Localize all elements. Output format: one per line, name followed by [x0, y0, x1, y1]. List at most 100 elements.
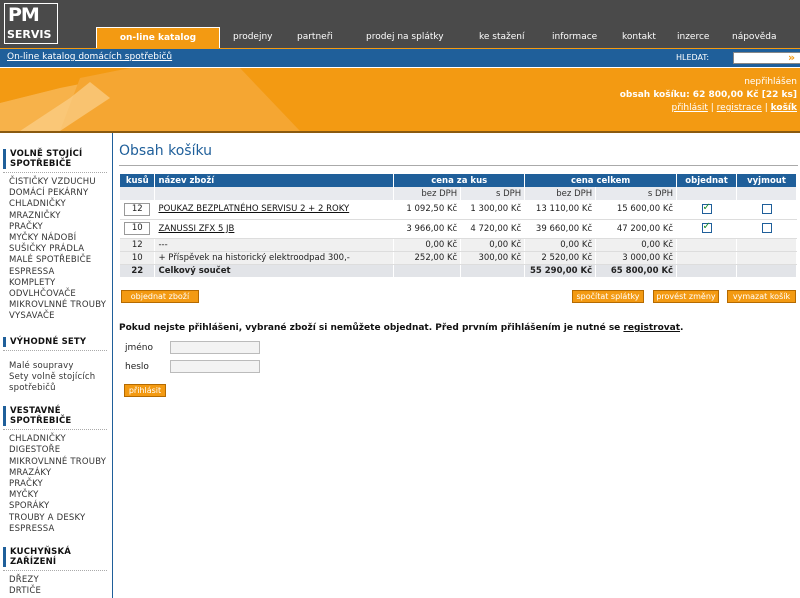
sidebar-section-title: VOLNĚ STOJÍCÍ SPOTŘEBIČE	[3, 149, 112, 169]
total-vat: 3 000,00 Kč	[595, 251, 678, 265]
sidebar-item[interactable]: ESPRESSA	[0, 524, 112, 535]
product-name: + Příspěvek na historický elektroodpad 3…	[154, 251, 395, 265]
sidebar-item[interactable]: DIGESTOŘE	[0, 445, 112, 456]
order-checkbox[interactable]	[701, 202, 712, 214]
sidebar-item[interactable]: MIKROVLNNÉ TROUBY	[0, 300, 112, 311]
nav-napoveda[interactable]: nápověda	[732, 27, 777, 48]
login-link[interactable]: přihlásit	[672, 103, 708, 113]
nav-partneri[interactable]: partneři	[297, 27, 333, 48]
cart-actions: objednat zboží spočítat splátky provést …	[119, 290, 799, 308]
double-arrow-right-icon[interactable]: »	[788, 52, 800, 64]
table-row: 12 POUKAZ BEZPLATNÉHO SERVISU 2 + 2 ROKY…	[120, 200, 797, 220]
sidebar-item[interactable]: ODVLHČOVAČE	[0, 289, 112, 300]
table-header: kusů název zboží cena za kus cena celkem…	[120, 174, 797, 187]
sidebar-item[interactable]: TROUBY A DESKY	[0, 513, 112, 524]
unit-price-vat: 0,00 Kč	[460, 238, 526, 252]
remove-checkbox[interactable]	[761, 223, 772, 234]
sub-with-vat: s DPH	[595, 187, 678, 200]
sidebar-item[interactable]: SPORÁKY	[0, 501, 112, 512]
sidebar-item[interactable]: SUŠIČKY PRÁDLA	[0, 244, 112, 255]
sidebar-item[interactable]: DŘEZY	[0, 575, 112, 586]
sidebar-item[interactable]: CHLADNIČKY	[0, 199, 112, 210]
banner-divider	[0, 131, 800, 133]
unit-price-no-vat: 1 092,50 Kč	[393, 200, 462, 220]
page-title: Obsah košíku	[119, 143, 213, 159]
nav-ke-stazeni[interactable]: ke stažení	[479, 27, 525, 48]
cart-table: kusů název zboží cena za kus cena celkem…	[120, 174, 797, 277]
order-button[interactable]: objednat zboží	[121, 290, 199, 303]
login-status: nepřihlášen	[744, 77, 797, 87]
password-label: heslo	[125, 362, 149, 372]
col-order: objednat	[676, 174, 738, 187]
sidebar-item[interactable]: CHLADNIČKY	[0, 434, 112, 445]
clear-cart-button[interactable]: vymazat košík	[727, 290, 796, 303]
col-total-price: cena celkem	[524, 174, 678, 187]
sidebar-section-title: VESTAVNÉ SPOTŘEBIČE	[3, 406, 112, 427]
sub-bar: On-line katalog domácích spotřebičů HLED…	[0, 48, 800, 67]
total-label: Celkový součet	[154, 264, 395, 277]
nav-prodej-na-splatky[interactable]: prodej na splátky	[366, 27, 444, 48]
sidebar-item[interactable]: PRAČKY	[0, 222, 112, 233]
sidebar-item[interactable]: Sety volně stojících spotřebičů	[0, 372, 108, 394]
unit-price-vat: 4 720,00 Kč	[460, 219, 526, 239]
sidebar-item[interactable]: Malé soupravy	[0, 361, 112, 372]
nav-kontakt[interactable]: kontakt	[622, 27, 656, 48]
sub-with-vat: s DPH	[460, 187, 526, 200]
total-no-vat: 39 660,00 Kč	[524, 219, 597, 239]
nav-inzerce[interactable]: inzerce	[677, 27, 709, 48]
unit-price-no-vat: 252,00 Kč	[393, 251, 462, 265]
sidebar-item[interactable]: DOMÁCÍ PEKÁRNY	[0, 188, 112, 199]
password-field[interactable]	[170, 360, 260, 373]
user-box: nepřihlášen obsah košíku: 62 800,00 Kč […	[620, 76, 797, 115]
nav-prodejny[interactable]: prodejny	[233, 27, 273, 48]
product-link[interactable]: ZANUSSI ZFX 5 JB	[158, 224, 234, 234]
unit-price-vat: 1 300,00 Kč	[460, 200, 526, 220]
register-link[interactable]: registrace	[717, 103, 762, 113]
sidebar-item[interactable]: VYSAVAČE	[0, 311, 112, 322]
sidebar-item[interactable]: MYČKY NÁDOBÍ	[0, 233, 112, 244]
sidebar-item[interactable]: ČISTIČKY VZDUCHU	[0, 177, 112, 188]
sidebar-item[interactable]: MALÉ SPOTŘEBIČE	[0, 255, 112, 266]
installments-button[interactable]: spočítat splátky	[572, 290, 644, 303]
login-form: Pokud nejste přihlášeni, vybrané zboží s…	[119, 323, 799, 397]
logo-pm: PM	[8, 4, 40, 26]
unit-price-no-vat: 3 966,00 Kč	[393, 219, 462, 239]
logo[interactable]: PM SERVIS	[4, 3, 58, 44]
search-label: HLEDAT:	[676, 53, 710, 62]
sidebar-item[interactable]: PRAČKY	[0, 479, 112, 490]
cart-link[interactable]: košík	[771, 103, 797, 113]
sidebar-item[interactable]: ESPRESSA	[0, 267, 112, 278]
sidebar-item[interactable]: DRTIČE	[0, 586, 112, 597]
login-message: Pokud nejste přihlášeni, vybrané zboží s…	[119, 323, 684, 333]
qty-input[interactable]: 12	[124, 202, 151, 216]
sidebar-item[interactable]: MIKROVLNNÉ TROUBY	[0, 457, 112, 468]
login-button[interactable]: přihlásit	[124, 384, 166, 397]
product-link[interactable]: POUKAZ BEZPLATNÉHO SERVISU 2 + 2 ROKY	[158, 204, 349, 214]
name-label: jméno	[125, 343, 154, 353]
table-total-row: 22 Celkový součet 55 290,00 Kč 65 800,00…	[120, 264, 797, 277]
table-subheader: bez DPH s DPH bez DPH s DPH	[120, 187, 797, 200]
sidebar-item[interactable]: MRAZÁKY	[0, 468, 112, 479]
sidebar-section-title: VÝHODNÉ SETY	[3, 336, 112, 347]
total-qty: 22	[120, 264, 156, 277]
product-name: ---	[154, 238, 395, 252]
qty-input[interactable]: 10	[124, 222, 151, 235]
name-field[interactable]	[170, 341, 260, 354]
banner: nepřihlášen obsah košíku: 62 800,00 Kč […	[0, 68, 800, 131]
col-name: název zboží	[154, 174, 395, 187]
breadcrumb[interactable]: On-line katalog domácích spotřebičů	[7, 52, 172, 62]
sidebar-item[interactable]: KOMPLETY	[0, 278, 112, 289]
nav-informace[interactable]: informace	[552, 27, 597, 48]
register-link[interactable]: registrovat	[623, 323, 680, 333]
col-unit-price: cena za kus	[393, 174, 526, 187]
sidebar-section-title: KUCHYŇSKÁ ZAŘÍZENÍ	[3, 547, 112, 568]
remove-checkbox[interactable]	[761, 204, 772, 214]
divider	[3, 570, 107, 572]
apply-changes-button[interactable]: provést změny	[653, 290, 719, 303]
unit-price-no-vat: 0,00 Kč	[393, 238, 462, 252]
divider	[3, 429, 107, 431]
sidebar-item[interactable]: MRAZNIČKY	[0, 211, 112, 222]
nav-online-katalog[interactable]: on-line katalog	[96, 27, 220, 48]
sidebar-item[interactable]: MYČKY	[0, 490, 112, 501]
order-checkbox[interactable]	[701, 221, 712, 234]
